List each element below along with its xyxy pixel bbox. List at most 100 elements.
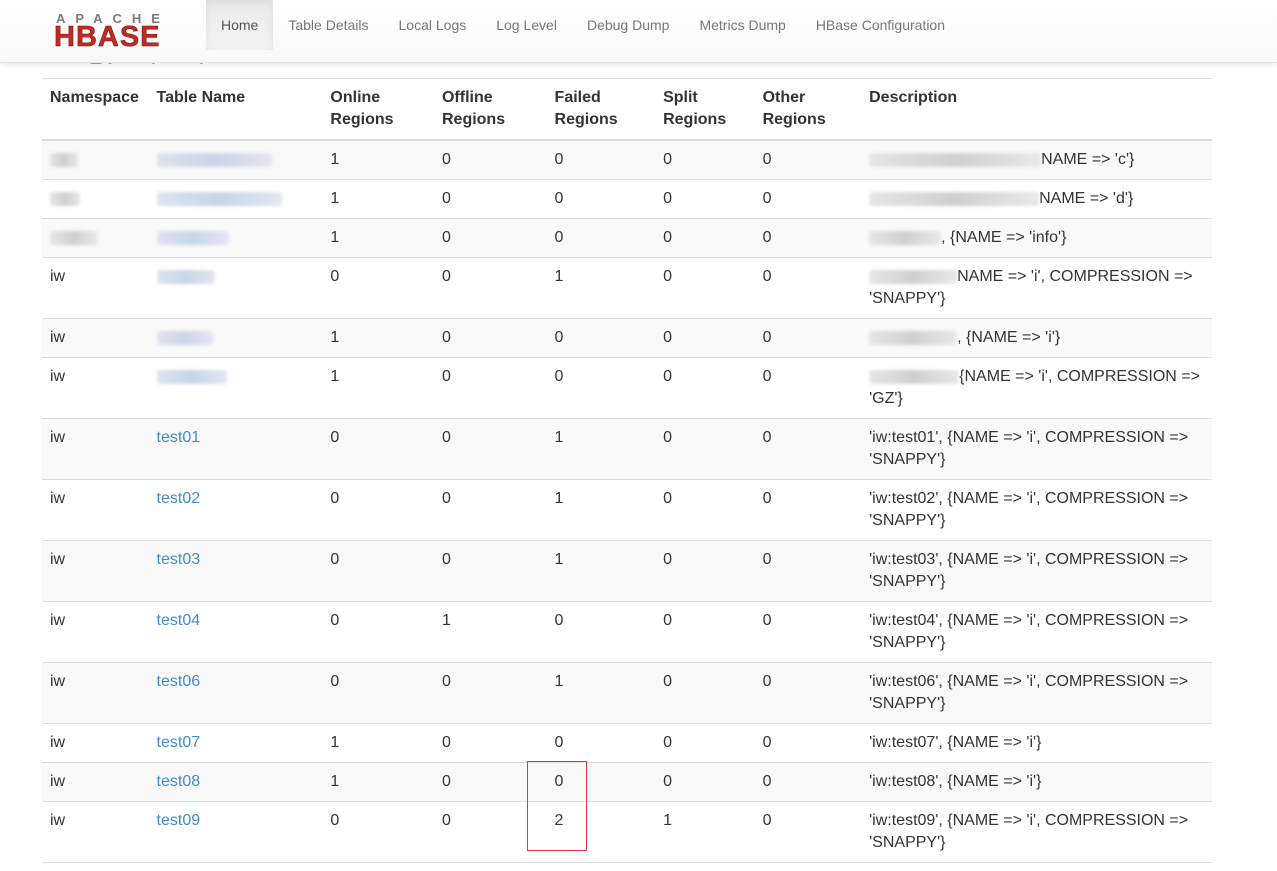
table-row: iw test07 1 0 0 0 0 'iw:test07', {NAME =… bbox=[42, 723, 1212, 763]
description-cell: NAME => 'c'} bbox=[861, 139, 1212, 180]
hbase-logo[interactable]: APACHE HBASE bbox=[54, 12, 194, 53]
redacted-table-link[interactable] bbox=[156, 152, 272, 167]
redacted-namespace bbox=[50, 230, 98, 245]
namespace-cell: iw bbox=[42, 357, 149, 419]
table-row: iw test02 0 0 1 0 0 'iw:test02', {NAME =… bbox=[42, 479, 1212, 541]
failed-regions-cell: 0 bbox=[546, 139, 656, 180]
failed-regions-cell: 0 bbox=[546, 357, 656, 419]
table-row: iw test06 0 0 1 0 0 'iw:test06', {NAME =… bbox=[42, 662, 1212, 724]
online-regions-cell: 0 bbox=[322, 540, 434, 602]
table-link-test04[interactable]: test04 bbox=[157, 612, 201, 629]
nav-home[interactable]: Home bbox=[206, 0, 274, 50]
split-regions-cell: 0 bbox=[655, 218, 755, 258]
table-link-test08[interactable]: test08 bbox=[157, 773, 201, 790]
table-row: 1 0 0 0 0 NAME => 'd'} bbox=[42, 179, 1212, 219]
table-name-cell[interactable] bbox=[148, 318, 323, 358]
failed-regions-cell: 0 bbox=[546, 179, 656, 219]
table-header-row: Namespace Table Name Online Regions Offl… bbox=[42, 78, 1212, 141]
failed-regions-cell: 2 bbox=[546, 801, 656, 863]
other-regions-cell: 0 bbox=[754, 723, 862, 763]
table-name-cell: test04 bbox=[148, 601, 323, 663]
nav-hbase-configuration[interactable]: HBase Configuration bbox=[801, 0, 960, 50]
namespace-cell: iw bbox=[42, 801, 149, 863]
failed-regions-cell: 1 bbox=[546, 418, 656, 480]
table-name-cell: test01 bbox=[148, 418, 323, 480]
table-name-cell: test07 bbox=[148, 723, 323, 763]
table-link-test09[interactable]: test09 bbox=[157, 812, 201, 829]
redacted-table-link[interactable] bbox=[156, 369, 227, 384]
online-regions-cell: 0 bbox=[322, 257, 434, 319]
table-name-cell[interactable] bbox=[148, 139, 323, 180]
table-name-cell[interactable] bbox=[148, 179, 323, 219]
table-row: iw test09 0 0 2 1 0 'iw:test09', {NAME =… bbox=[42, 801, 1212, 863]
description-cell: 'iw:test09', {NAME => 'i', COMPRESSION =… bbox=[861, 801, 1212, 863]
split-regions-cell: 0 bbox=[655, 257, 755, 319]
redacted-table-link[interactable] bbox=[156, 191, 282, 206]
redacted-table-link[interactable] bbox=[156, 230, 229, 245]
offline-regions-cell: 0 bbox=[433, 801, 547, 863]
other-regions-cell: 0 bbox=[754, 179, 862, 219]
offline-regions-cell: 0 bbox=[433, 357, 547, 419]
namespace-cell bbox=[42, 139, 149, 180]
nav-metrics-dump[interactable]: Metrics Dump bbox=[684, 0, 800, 50]
top-navbar: APACHE HBASE Home Table Details Local Lo… bbox=[0, 0, 1277, 63]
namespace-cell: iw bbox=[42, 479, 149, 541]
failed-regions-cell: 0 bbox=[546, 762, 656, 802]
other-regions-cell: 0 bbox=[754, 257, 862, 319]
nav-log-level[interactable]: Log Level bbox=[481, 0, 572, 50]
table-link-test01[interactable]: test01 bbox=[157, 429, 201, 446]
table-name-cell: test06 bbox=[148, 662, 323, 724]
table-row: iw 0 0 1 0 0 NAME => 'i', COMPRESSION =>… bbox=[42, 257, 1212, 319]
other-regions-cell: 0 bbox=[754, 139, 862, 180]
table-name-cell[interactable] bbox=[148, 218, 323, 258]
table-name-cell: test02 bbox=[148, 479, 323, 541]
description-cell: 'iw:test03', {NAME => 'i', COMPRESSION =… bbox=[861, 540, 1212, 602]
redacted-table-link[interactable] bbox=[156, 330, 213, 345]
split-regions-cell: 0 bbox=[655, 762, 755, 802]
failed-regions-cell: 1 bbox=[546, 257, 656, 319]
table-link-test06[interactable]: test06 bbox=[157, 673, 201, 690]
nav-table-details[interactable]: Table Details bbox=[273, 0, 383, 50]
table-row: iw test01 0 0 1 0 0 'iw:test01', {NAME =… bbox=[42, 418, 1212, 480]
nav-local-logs[interactable]: Local Logs bbox=[384, 0, 482, 50]
table-row: iw 1 0 0 0 0 {NAME => 'i', COMPRESSION =… bbox=[42, 357, 1212, 419]
redacted-description bbox=[869, 191, 1040, 206]
header-other-regions: Other Regions bbox=[754, 78, 862, 141]
failed-regions-cell: 0 bbox=[546, 723, 656, 763]
description-cell: 'iw:test07', {NAME => 'i'} bbox=[861, 723, 1212, 763]
offline-regions-cell: 0 bbox=[433, 540, 547, 602]
other-regions-cell: 0 bbox=[754, 540, 862, 602]
namespace-cell: iw bbox=[42, 257, 149, 319]
redacted-namespace bbox=[50, 191, 80, 206]
table-link-test07[interactable]: test07 bbox=[157, 734, 201, 751]
table-row: iw 1 0 0 0 0 , {NAME => 'i'} bbox=[42, 318, 1212, 358]
offline-regions-cell: 0 bbox=[433, 479, 547, 541]
online-regions-cell: 0 bbox=[322, 662, 434, 724]
online-regions-cell: 1 bbox=[322, 318, 434, 358]
failed-regions-cell: 0 bbox=[546, 318, 656, 358]
online-regions-cell: 0 bbox=[322, 801, 434, 863]
split-regions-cell: 0 bbox=[655, 139, 755, 180]
nav-debug-dump[interactable]: Debug Dump bbox=[572, 0, 685, 50]
header-offline-regions: Offline Regions bbox=[433, 78, 547, 141]
namespace-cell: iw bbox=[42, 540, 149, 602]
header-split-regions: Split Regions bbox=[655, 78, 755, 141]
header-table-name: Table Name bbox=[148, 78, 323, 141]
online-regions-cell: 0 bbox=[322, 479, 434, 541]
description-cell: NAME => 'i', COMPRESSION => 'SNAPPY'} bbox=[861, 257, 1212, 319]
redacted-description bbox=[869, 369, 960, 384]
table-name-cell[interactable] bbox=[148, 257, 323, 319]
online-regions-cell: 1 bbox=[322, 179, 434, 219]
redacted-table-link[interactable] bbox=[156, 269, 215, 284]
logo-hbase-text: HBASE bbox=[54, 21, 161, 53]
table-name-cell[interactable] bbox=[148, 357, 323, 419]
namespace-cell: iw bbox=[42, 318, 149, 358]
offline-regions-cell: 0 bbox=[433, 762, 547, 802]
online-regions-cell: 1 bbox=[322, 762, 434, 802]
table-link-test03[interactable]: test03 bbox=[157, 551, 201, 568]
table-link-test02[interactable]: test02 bbox=[157, 490, 201, 507]
offline-regions-cell: 0 bbox=[433, 218, 547, 258]
table-row: iw test04 0 1 0 0 0 'iw:test04', {NAME =… bbox=[42, 601, 1212, 663]
namespace-cell: iw bbox=[42, 418, 149, 480]
redacted-namespace bbox=[50, 152, 78, 167]
